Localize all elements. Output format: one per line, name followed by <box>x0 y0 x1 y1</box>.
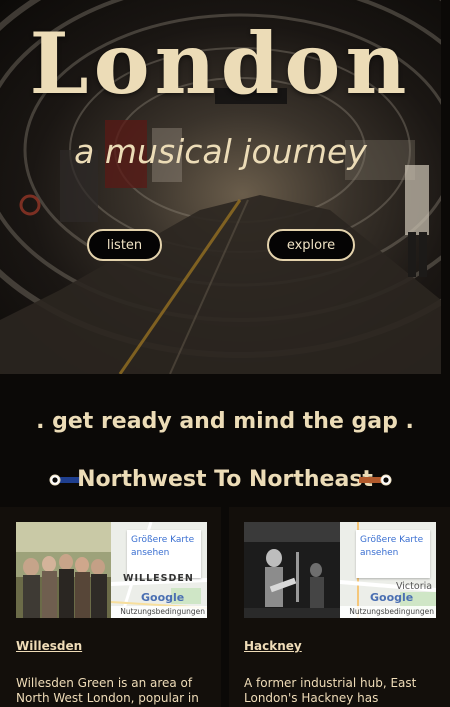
station-card: Größere Karte ansehen Victoria Google Nu… <box>229 507 450 707</box>
station-card: Größere Karte ansehen WILLESDEN Google N… <box>0 507 221 707</box>
explore-button[interactable]: explore <box>267 229 355 261</box>
larger-map-link[interactable]: Größere Karte ansehen <box>360 534 430 560</box>
larger-map-link[interactable]: Größere Karte ansehen <box>131 534 201 560</box>
station-link-hackney[interactable]: Hackney <box>244 639 302 653</box>
google-logo: Google <box>370 591 414 604</box>
station-description: A former industrial hub, East London's H… <box>244 676 417 705</box>
band-photo-image <box>16 522 112 618</box>
map-terms-link[interactable]: Nutzungsbedingungen <box>111 606 207 618</box>
google-logo: Google <box>141 591 185 604</box>
page-title: London <box>29 14 412 113</box>
hero-banner: London a musical journey listen explore <box>0 0 441 374</box>
map-terms-link[interactable]: Nutzungsbedingungen <box>340 606 436 618</box>
embedded-map[interactable]: Größere Karte ansehen WILLESDEN Google N… <box>111 522 207 618</box>
listen-button[interactable]: listen <box>87 229 162 261</box>
tagline: . get ready and mind the gap . <box>36 409 414 434</box>
band-photo-image <box>244 522 340 618</box>
station-link-willesden[interactable]: Willesden <box>16 639 82 653</box>
station-description: Willesden Green is an area of North West… <box>16 676 199 705</box>
embedded-map[interactable]: Größere Karte ansehen Victoria Google Nu… <box>340 522 436 618</box>
map-info-box: Größere Karte ansehen <box>356 530 430 578</box>
map-place-label: WILLESDEN <box>123 573 194 584</box>
map-info-box: Größere Karte ansehen <box>127 530 201 578</box>
page-subtitle: a musical journey <box>74 132 367 171</box>
band-photo <box>244 522 340 618</box>
tube-line-right-icon <box>359 474 392 486</box>
line-header: Northwest To Northeast <box>0 464 450 496</box>
band-photo <box>16 522 112 618</box>
